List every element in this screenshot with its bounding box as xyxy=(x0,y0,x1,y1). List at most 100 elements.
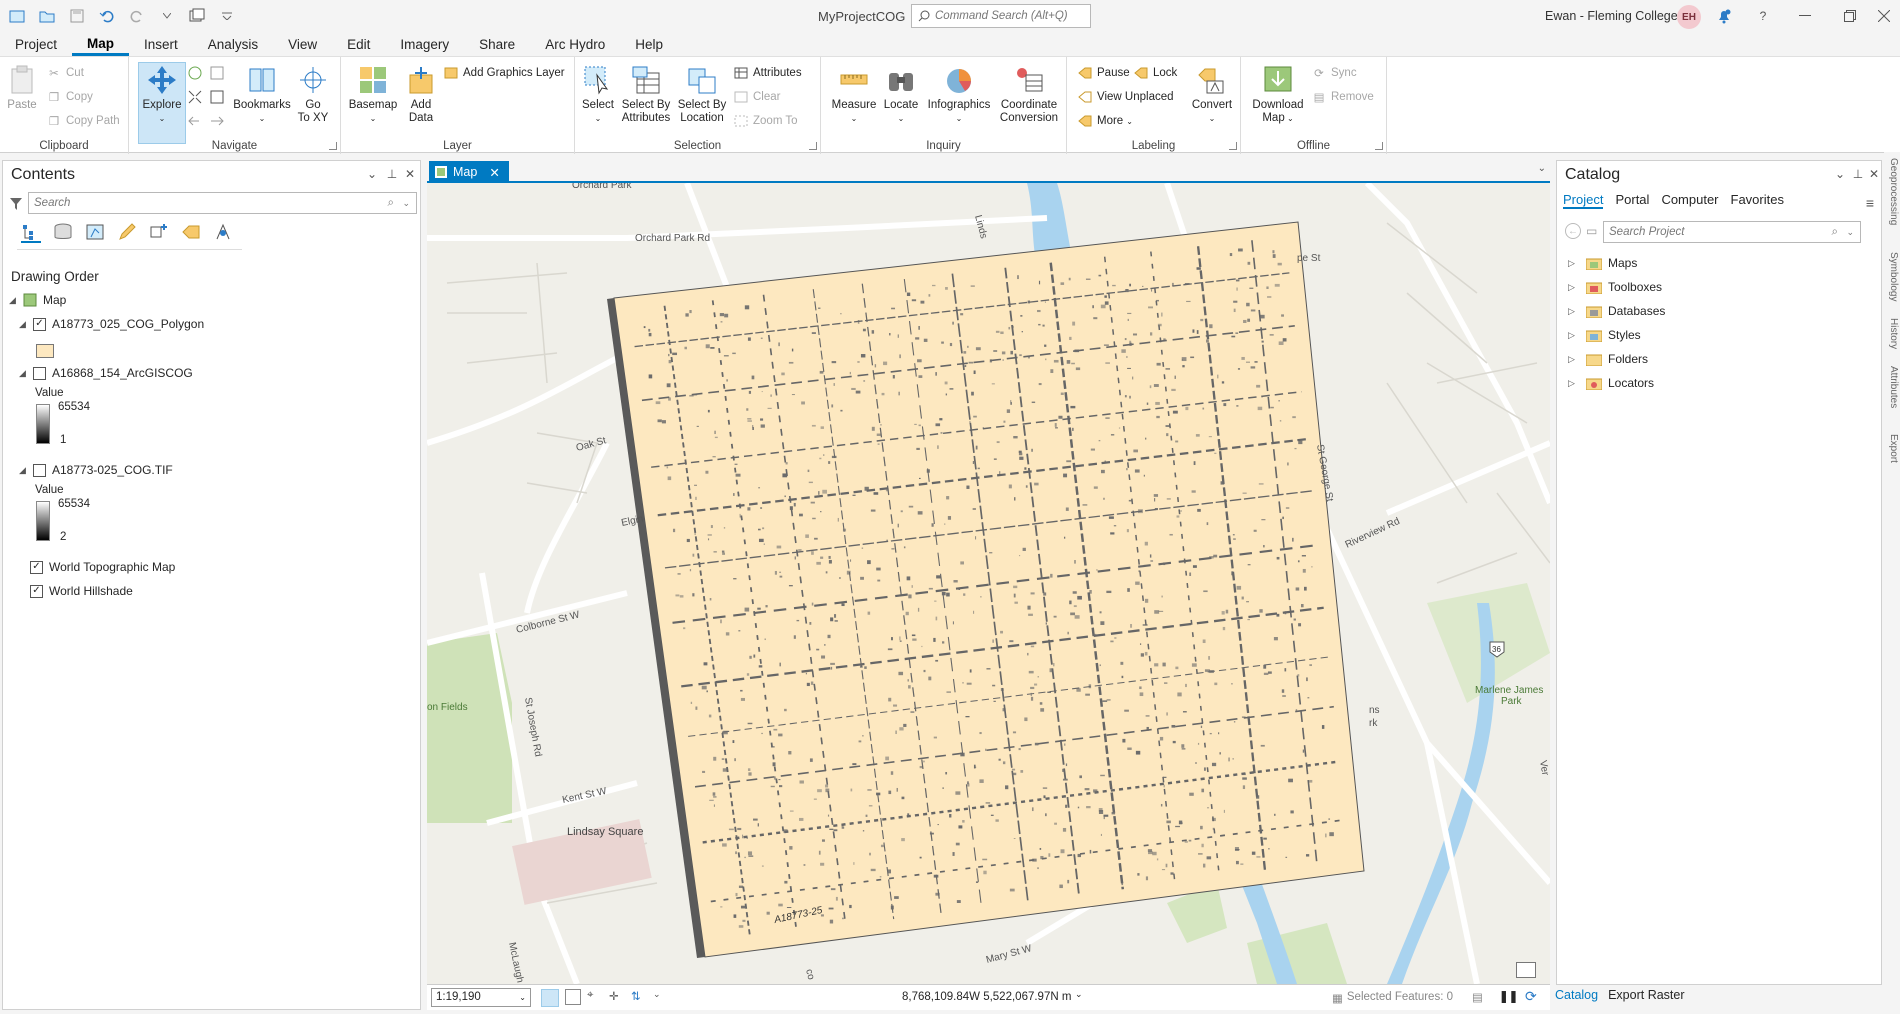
hamburger-menu-icon[interactable]: ≡ xyxy=(1863,195,1877,211)
scale-dropdown[interactable]: 1:19,190 ⌄ xyxy=(431,988,531,1007)
catalog-item-folders[interactable]: ▷ Folders xyxy=(1568,349,1648,369)
coordinate-conversion-button[interactable]: Coordinate Conversion xyxy=(995,63,1063,125)
catalog-tab-project[interactable]: Project xyxy=(1563,192,1604,209)
expand-triangle-icon[interactable]: ▷ xyxy=(1568,354,1578,365)
restore-icon[interactable] xyxy=(1840,6,1860,26)
select-by-location-button[interactable]: Select By Location xyxy=(675,63,729,125)
locate-button[interactable]: Locate ⌄ xyxy=(879,63,923,125)
save-icon[interactable] xyxy=(66,5,88,27)
table-grid-icon[interactable] xyxy=(565,989,581,1005)
polygon-symbol-swatch[interactable] xyxy=(36,344,54,358)
map-overview-icon[interactable] xyxy=(1516,962,1536,978)
labeling-launcher-icon[interactable] xyxy=(1229,142,1237,150)
offline-launcher-icon[interactable] xyxy=(1375,142,1383,150)
undo-icon[interactable] xyxy=(96,5,118,27)
remove-button[interactable]: ▤ Remove xyxy=(1311,87,1374,107)
filter-icon[interactable] xyxy=(9,197,23,211)
chevron-down-icon[interactable] xyxy=(156,5,178,27)
layer-visibility-checkbox[interactable]: ✓ xyxy=(30,560,43,574)
notification-bell-icon[interactable] xyxy=(1714,6,1734,26)
full-extent-icon[interactable] xyxy=(187,63,227,83)
pin-icon[interactable]: ⊥ xyxy=(1851,167,1865,181)
layer-visibility-checkbox[interactable]: ✓ xyxy=(33,317,46,331)
collapse-triangle-icon[interactable]: ◢ xyxy=(19,319,29,330)
search-icon[interactable]: ⌕ xyxy=(1832,226,1838,239)
close-pane-icon[interactable]: ✕ xyxy=(1867,167,1881,181)
catalog-item-locators[interactable]: ▷ Locators xyxy=(1568,373,1654,393)
basemap-button[interactable]: Basemap ⌄ xyxy=(347,63,399,125)
layer-visibility-checkbox[interactable]: ✓ xyxy=(30,584,43,598)
catalog-item-styles[interactable]: ▷ Styles xyxy=(1568,325,1641,345)
side-tab-history[interactable]: History xyxy=(1888,318,1899,349)
copy-path-button[interactable]: ❐ Copy Path xyxy=(46,111,120,131)
customize-toolbar-icon[interactable] xyxy=(216,5,238,27)
select-by-attributes-button[interactable]: Select By Attributes xyxy=(619,63,673,125)
command-search-input[interactable]: Command Search (Alt+Q) xyxy=(911,4,1091,28)
tab-project[interactable]: Project xyxy=(0,34,72,56)
contents-search-input[interactable]: Search ⌕ ⌄ xyxy=(28,192,417,214)
catalog-tab-portal[interactable]: Portal xyxy=(1615,192,1649,209)
go-to-xy-button[interactable]: Go To XY xyxy=(292,63,334,125)
clear-button[interactable]: Clear xyxy=(733,87,780,107)
new-layout-icon[interactable] xyxy=(186,5,208,27)
lock-labels-button[interactable]: Lock xyxy=(1133,63,1177,83)
layer-world-hillshade[interactable]: ✓ World Hillshade xyxy=(30,581,133,601)
side-tab-export[interactable]: Export xyxy=(1888,434,1899,463)
layer-a18773-cog-tif[interactable]: ◢ A18773-025_COG.TIF xyxy=(19,460,173,480)
list-by-editing-icon[interactable] xyxy=(117,223,137,243)
signed-in-user[interactable]: Ewan - Fleming College xyxy=(1545,9,1678,23)
infographics-button[interactable]: Infographics ⌄ xyxy=(923,63,995,125)
selection-launcher-icon[interactable] xyxy=(809,142,817,150)
expand-triangle-icon[interactable]: ▷ xyxy=(1568,378,1578,389)
selected-features-indicator[interactable]: ▦ Selected Features: 0 xyxy=(1332,991,1453,1005)
a18773-polygon-feature[interactable] xyxy=(613,221,1365,958)
bottom-tab-export-raster[interactable]: Export Raster xyxy=(1608,988,1684,1002)
help-icon[interactable]: ? xyxy=(1753,6,1773,26)
measure-button[interactable]: Measure ⌄ xyxy=(829,63,879,125)
tab-view[interactable]: View xyxy=(273,34,332,56)
map-view-tab[interactable]: Map ✕ xyxy=(429,161,509,183)
convert-button[interactable]: Convert ⌄ xyxy=(1187,63,1237,125)
layer-world-topographic-map[interactable]: ✓ World Topographic Map xyxy=(30,557,175,577)
copy-button[interactable]: ❐ Copy xyxy=(46,87,93,107)
attributes-button[interactable]: Attributes xyxy=(733,63,802,83)
side-tab-geoprocessing[interactable]: Geoprocessing xyxy=(1888,158,1899,225)
chevron-down-icon[interactable]: ⌄ xyxy=(402,198,410,209)
select-button[interactable]: Select ⌄ xyxy=(579,63,617,125)
add-data-button[interactable]: Add Data xyxy=(401,63,441,125)
collapse-triangle-icon[interactable]: ◢ xyxy=(9,295,19,306)
tab-arc-hydro[interactable]: Arc Hydro xyxy=(530,34,620,56)
stretch-color-ramp[interactable] xyxy=(36,501,50,541)
expand-triangle-icon[interactable]: ▷ xyxy=(1568,258,1578,269)
expand-triangle-icon[interactable]: ▷ xyxy=(1568,282,1578,293)
catalog-search-input[interactable]: Search Project ⌕ ⌄ xyxy=(1603,221,1861,243)
list-by-selection-icon[interactable] xyxy=(85,223,105,243)
tab-imagery[interactable]: Imagery xyxy=(385,34,464,56)
sync-button[interactable]: ⟳ Sync xyxy=(1311,63,1356,83)
add-graphics-layer-button[interactable]: Add Graphics Layer xyxy=(443,63,565,83)
app-icon[interactable] xyxy=(6,5,28,27)
tab-edit[interactable]: Edit xyxy=(332,34,385,56)
pause-labeling-button[interactable]: Pause xyxy=(1077,63,1130,83)
catalog-item-toolboxes[interactable]: ▷ Toolboxes xyxy=(1568,277,1662,297)
close-icon[interactable] xyxy=(1874,6,1894,26)
side-tab-attributes[interactable]: Attributes xyxy=(1888,366,1899,408)
tab-analysis[interactable]: Analysis xyxy=(193,34,273,56)
grid-icon[interactable] xyxy=(541,989,559,1007)
map-tree-node[interactable]: ◢ Map xyxy=(9,290,66,310)
layer-a16868-arcgiscog[interactable]: ◢ A16868_154_ArcGISCOG xyxy=(19,363,193,383)
search-icon[interactable]: ⌕ xyxy=(388,197,394,210)
list-by-perspective-icon[interactable] xyxy=(213,223,233,243)
chevron-down-icon[interactable]: ⌄ xyxy=(1833,167,1847,181)
catalog-tab-favorites[interactable]: Favorites xyxy=(1731,192,1784,209)
pause-drawing-icon[interactable]: ❚❚ xyxy=(1499,989,1518,1003)
layer-visibility-checkbox[interactable] xyxy=(33,463,46,477)
pin-icon[interactable]: ⊥ xyxy=(385,167,399,181)
list-by-snapping-icon[interactable] xyxy=(149,223,169,243)
download-map-button[interactable]: Download Map ⌄ xyxy=(1249,63,1307,125)
cut-button[interactable]: ✂ Cut xyxy=(46,63,84,83)
list-by-labeling-icon[interactable] xyxy=(181,223,201,243)
zoom-to-selection-button[interactable]: Zoom To xyxy=(733,111,798,131)
layer-visibility-checkbox[interactable] xyxy=(33,366,46,380)
chevron-down-icon[interactable]: ⌄ xyxy=(1538,163,1546,174)
